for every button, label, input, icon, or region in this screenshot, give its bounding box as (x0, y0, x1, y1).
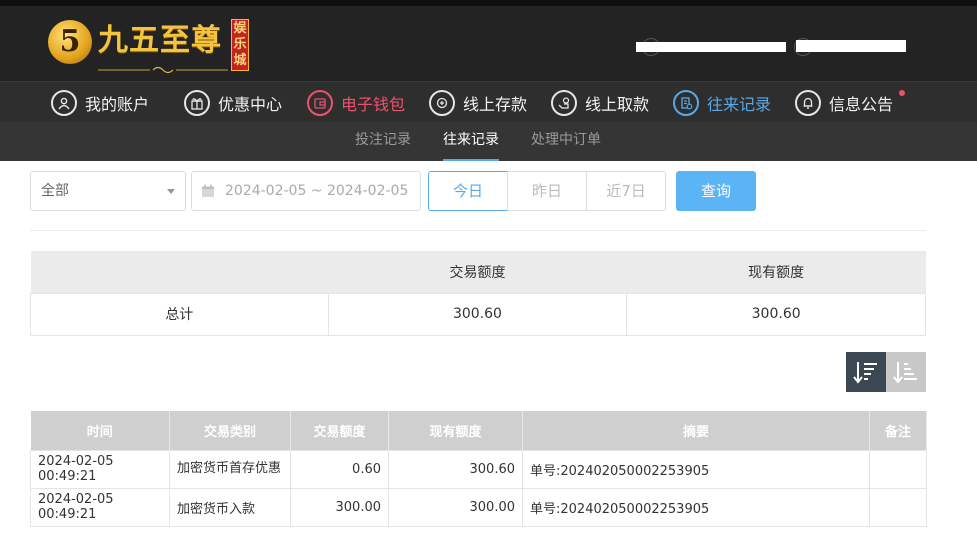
deposit-icon (429, 89, 455, 116)
tab-bet-records[interactable]: 投注记录 (355, 122, 411, 161)
logo-flourish (98, 66, 228, 74)
gift-icon (184, 89, 210, 116)
sub-nav: 投注记录 往来记录 处理中订单 (0, 122, 977, 161)
summary-header-row: 交易额度 现有额度 (30, 251, 926, 293)
nav-e-wallet[interactable]: 电子钱包 (307, 82, 405, 123)
cell-time: 2024-02-05 00:49:21 (30, 487, 170, 527)
main-nav: 我的账户 优惠中心 电子钱包 线上存款 线上取款 往来记录 信息公告 (0, 81, 977, 122)
nav-label: 优惠中心 (218, 94, 283, 114)
today-button[interactable]: 今日 (428, 171, 508, 211)
tab-pending-orders[interactable]: 处理中订单 (531, 122, 601, 161)
sort-descending-icon (853, 362, 877, 384)
nav-label: 信息公告 (829, 94, 894, 114)
records-icon (673, 89, 699, 116)
nav-label: 电子钱包 (341, 94, 406, 114)
nav-label: 我的账户 (85, 94, 150, 114)
table-row: 2024-02-05 00:49:21 加密货币首存优惠 0.60 300.60… (30, 449, 927, 489)
nav-announcements[interactable]: 信息公告 (795, 82, 906, 123)
sort-ascending-icon (893, 362, 917, 384)
col-header-balance: 现有额度 (388, 411, 523, 450)
logo-badge: 娱乐城 (231, 19, 249, 71)
cell-summary: 单号:202402050002253905 (522, 487, 870, 527)
cell-balance: 300.60 (388, 449, 523, 489)
col-header-time: 时间 (30, 411, 170, 450)
select-value: 全部 (41, 183, 69, 199)
nav-transaction-records[interactable]: 往来记录 (673, 82, 771, 123)
user-info-redacted (636, 38, 916, 60)
col-header-summary: 摘要 (522, 411, 870, 450)
wallet-icon (307, 89, 333, 116)
summary-table: 交易额度 现有额度 总计 300.60 300.60 (30, 251, 926, 336)
nav-label: 线上取款 (585, 94, 650, 114)
summary-header-blank (30, 251, 329, 293)
tab-transaction-records[interactable]: 往来记录 (443, 122, 499, 161)
redaction-bar (796, 40, 906, 52)
summary-total-balance: 300.60 (626, 292, 926, 336)
cell-amount: 300.00 (290, 487, 389, 527)
cell-type: 加密货币首存优惠 (169, 449, 291, 489)
cell-amount: 0.60 (290, 449, 389, 489)
cell-note (869, 449, 927, 489)
date-range-input[interactable]: 2024-02-05 ~ 2024-02-05 (191, 171, 421, 211)
user-icon (51, 89, 77, 116)
nav-label: 往来记录 (707, 94, 772, 114)
summary-header-balance: 现有额度 (626, 251, 926, 293)
records-table: 时间 交易类别 交易额度 现有额度 摘要 备注 2024-02-05 00:49… (30, 411, 927, 527)
bell-icon (795, 89, 821, 116)
nav-promotions[interactable]: 优惠中心 (184, 82, 282, 123)
summary-total-row: 总计 300.60 300.60 (30, 292, 926, 336)
cell-time: 2024-02-05 00:49:21 (30, 449, 170, 489)
withdraw-icon (551, 89, 577, 116)
sort-descending-button[interactable] (846, 352, 886, 392)
col-header-note: 备注 (869, 411, 927, 450)
summary-total-amount: 300.60 (327, 292, 628, 336)
summary-header-amount: 交易额度 (328, 251, 627, 293)
calendar-icon (202, 184, 214, 197)
notification-dot (899, 90, 906, 96)
col-header-type: 交易类别 (169, 411, 291, 450)
yesterday-button[interactable]: 昨日 (507, 171, 587, 211)
cell-type: 加密货币入款 (169, 487, 291, 527)
last-7-days-button[interactable]: 近7日 (586, 171, 666, 211)
nav-online-deposit[interactable]: 线上存款 (429, 82, 527, 123)
top-header: 5 九五至尊 娱乐城 (0, 0, 977, 81)
table-row: 2024-02-05 00:49:21 加密货币入款 300.00 300.00… (30, 487, 927, 527)
logo-emblem: 5 (48, 20, 92, 64)
sort-ascending-button[interactable] (886, 352, 926, 392)
nav-label: 线上存款 (463, 94, 528, 114)
section-divider (30, 230, 926, 231)
search-button[interactable]: 查询 (676, 171, 756, 211)
nav-online-withdraw[interactable]: 线上取款 (551, 82, 649, 123)
cell-balance: 300.00 (388, 487, 523, 527)
cell-note (869, 487, 927, 527)
date-range-value: 2024-02-05 ~ 2024-02-05 (225, 183, 409, 199)
transaction-type-select[interactable]: 全部 (30, 171, 186, 211)
records-header-row: 时间 交易类别 交易额度 现有额度 摘要 备注 (30, 411, 927, 450)
redaction-bar (636, 42, 786, 52)
summary-total-label: 总计 (30, 292, 329, 336)
cell-summary: 单号:202402050002253905 (522, 449, 870, 489)
nav-my-account[interactable]: 我的账户 (51, 82, 149, 123)
chevron-down-icon (167, 189, 175, 194)
logo-text: 九五至尊 (98, 23, 222, 58)
brand-logo[interactable]: 5 九五至尊 娱乐城 (48, 16, 258, 76)
col-header-amount: 交易额度 (290, 411, 389, 450)
